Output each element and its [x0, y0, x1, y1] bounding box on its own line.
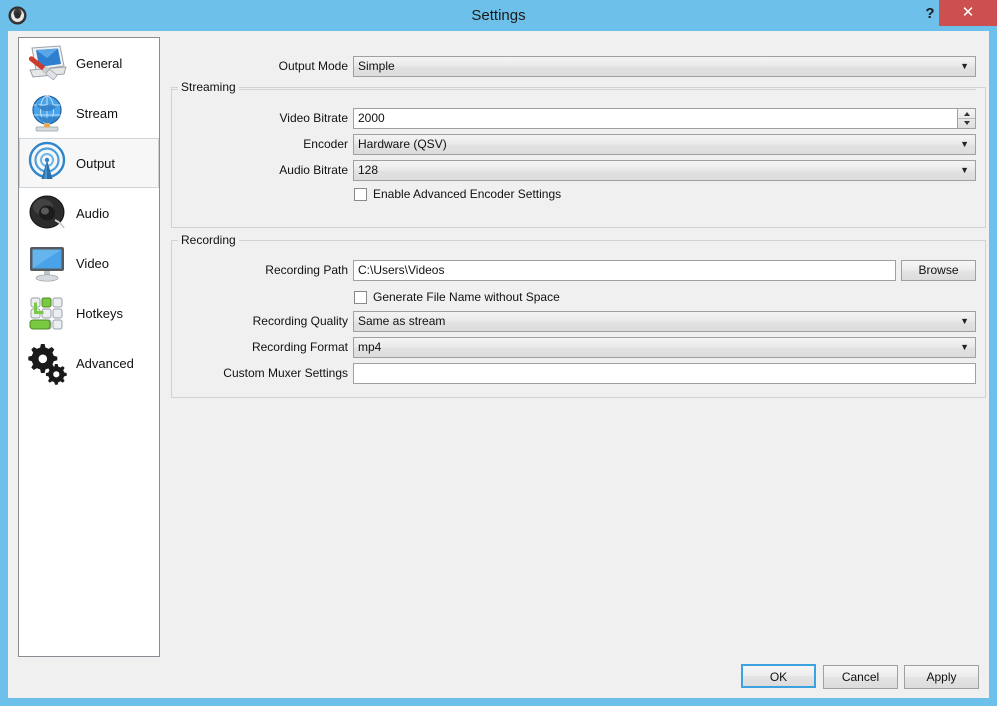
sidebar-item-label: Audio — [76, 206, 109, 221]
output-mode-select[interactable]: Simple ▼ — [353, 56, 976, 77]
chevron-down-icon: ▼ — [960, 338, 969, 357]
recording-format-label: Recording Format — [208, 337, 348, 358]
sidebar-item-video[interactable]: Video — [19, 238, 159, 288]
streaming-group-title: Streaming — [178, 80, 239, 94]
recording-format-select[interactable]: mp4 ▼ — [353, 337, 976, 358]
video-bitrate-value: 2000 — [358, 109, 385, 128]
chevron-down-icon: ▼ — [960, 57, 969, 76]
sidebar-item-label: Output — [76, 156, 115, 171]
output-settings-panel: Output Mode Simple ▼ Streaming Video Bit… — [163, 37, 979, 657]
sidebar-item-stream[interactable]: Stream — [19, 88, 159, 138]
no-space-label: Generate File Name without Space — [373, 290, 560, 304]
encoder-value: Hardware (QSV) — [358, 137, 447, 151]
sidebar-item-label: Stream — [76, 106, 118, 121]
sidebar-item-label: Advanced — [76, 356, 134, 371]
output-mode-value: Simple — [358, 59, 395, 73]
sidebar-item-hotkeys[interactable]: Hotkeys — [19, 288, 159, 338]
ok-button[interactable]: OK — [741, 664, 816, 688]
recording-path-input[interactable]: C:\Users\Videos — [353, 260, 896, 281]
custom-muxer-input[interactable] — [353, 363, 976, 384]
video-icon — [24, 240, 70, 286]
sidebar-item-general[interactable]: General — [19, 38, 159, 88]
spinner-up-button[interactable] — [958, 109, 975, 119]
browse-button[interactable]: Browse — [901, 260, 976, 281]
triangle-down-icon — [964, 121, 970, 125]
audio-bitrate-value: 128 — [358, 163, 378, 177]
stream-icon — [24, 90, 70, 136]
sidebar-item-label: General — [76, 56, 122, 71]
chevron-down-icon: ▼ — [960, 135, 969, 154]
spinner-buttons[interactable] — [957, 109, 975, 128]
audio-bitrate-label: Audio Bitrate — [223, 160, 348, 181]
output-mode-label: Output Mode — [223, 56, 348, 77]
audio-bitrate-select[interactable]: 128 ▼ — [353, 160, 976, 181]
recording-quality-select[interactable]: Same as stream ▼ — [353, 311, 976, 332]
recording-quality-label: Recording Quality — [208, 311, 348, 332]
encoder-label: Encoder — [223, 134, 348, 155]
hotkeys-icon — [24, 290, 70, 336]
advanced-icon — [24, 340, 70, 386]
sidebar-item-audio[interactable]: Audio — [19, 188, 159, 238]
close-button[interactable]: ✕ — [939, 0, 997, 26]
window-title: Settings — [0, 0, 997, 31]
title-bar: Settings ? ✕ — [0, 0, 997, 31]
chevron-down-icon: ▼ — [960, 312, 969, 331]
video-bitrate-stepper[interactable]: 2000 — [353, 108, 976, 129]
sidebar-item-advanced[interactable]: Advanced — [19, 338, 159, 388]
settings-window: Settings ? ✕ — [0, 0, 997, 706]
advanced-encoder-checkbox-row[interactable]: Enable Advanced Encoder Settings — [354, 185, 561, 203]
no-space-checkbox-row[interactable]: Generate File Name without Space — [354, 288, 560, 306]
recording-format-value: mp4 — [358, 340, 381, 354]
recording-group-title: Recording — [178, 233, 239, 247]
advanced-encoder-checkbox[interactable] — [354, 188, 367, 201]
advanced-encoder-label: Enable Advanced Encoder Settings — [373, 187, 561, 201]
no-space-checkbox[interactable] — [354, 291, 367, 304]
recording-quality-value: Same as stream — [358, 314, 445, 328]
encoder-select[interactable]: Hardware (QSV) ▼ — [353, 134, 976, 155]
dialog-client-area: General Stream — [8, 31, 989, 698]
settings-category-list[interactable]: General Stream — [18, 37, 160, 657]
sidebar-item-label: Video — [76, 256, 109, 271]
triangle-up-icon — [964, 112, 970, 116]
spinner-down-button[interactable] — [958, 119, 975, 128]
sidebar-item-label: Hotkeys — [76, 306, 123, 321]
video-bitrate-label: Video Bitrate — [223, 108, 348, 129]
output-icon — [24, 140, 70, 186]
cancel-button[interactable]: Cancel — [823, 665, 898, 689]
apply-button[interactable]: Apply — [904, 665, 979, 689]
custom-muxer-label: Custom Muxer Settings — [188, 363, 348, 384]
sidebar-item-output[interactable]: Output — [19, 138, 159, 188]
audio-icon — [24, 190, 70, 236]
recording-path-label: Recording Path — [213, 260, 348, 281]
general-icon — [24, 40, 70, 86]
chevron-down-icon: ▼ — [960, 161, 969, 180]
